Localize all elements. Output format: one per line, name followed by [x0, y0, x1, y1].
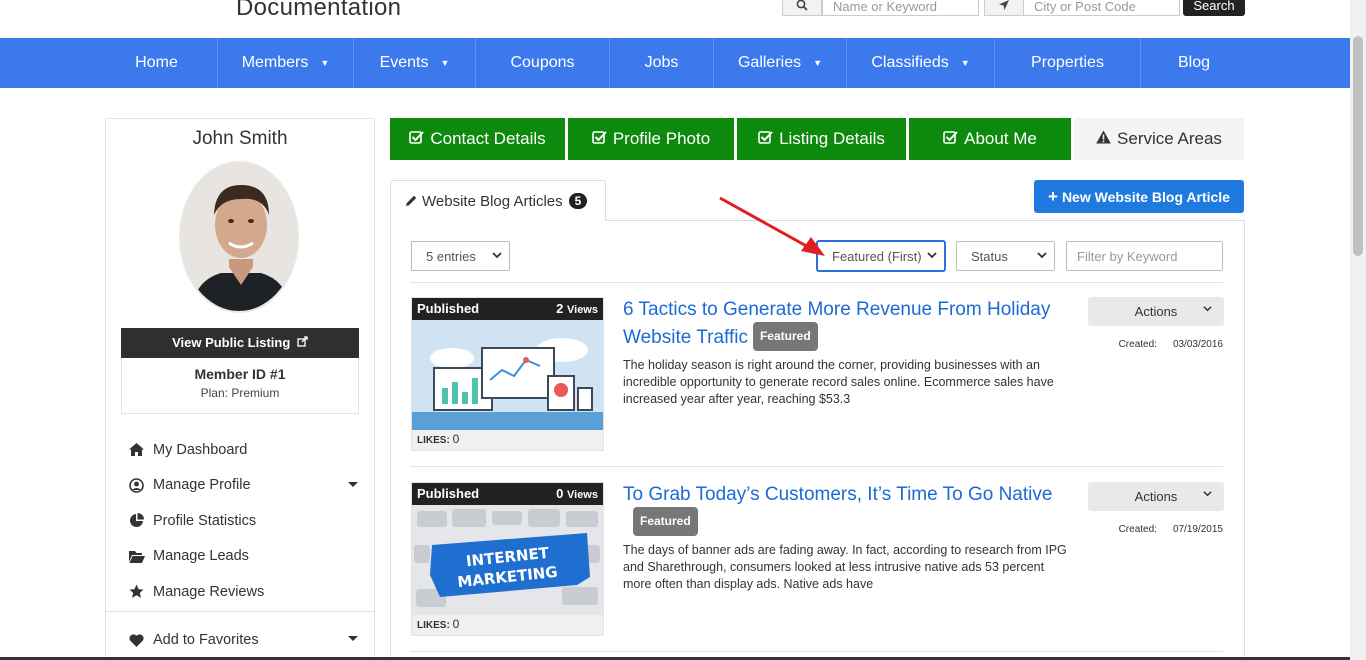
article-description: The holiday season is right around the c…	[623, 358, 1054, 406]
divider	[410, 466, 1223, 467]
caret-down-icon: ▼	[320, 58, 330, 68]
likes-count: LIKES: 0	[417, 432, 460, 446]
nav-blog[interactable]: Blog	[1141, 38, 1247, 88]
chevron-down-icon	[1203, 304, 1212, 316]
article-title[interactable]: 6 Tactics to Generate More Revenue From …	[623, 297, 1068, 351]
nav-coupons[interactable]: Coupons	[476, 38, 610, 88]
search-icon[interactable]	[782, 0, 822, 16]
tab-website-blog-articles[interactable]: Website Blog Articles 5	[390, 180, 606, 221]
divider	[410, 651, 1223, 652]
check-square-icon	[758, 130, 773, 148]
location-arrow-icon[interactable]	[984, 0, 1024, 16]
created-date: Created: 07/19/2015	[1118, 524, 1223, 535]
caret-down-icon: ▼	[960, 58, 970, 68]
page-scrollbar[interactable]	[1350, 0, 1366, 660]
plus-icon: +	[1048, 186, 1058, 206]
member-id: Member ID #1	[194, 366, 286, 382]
created-date: Created: 03/03/2016	[1118, 339, 1223, 350]
external-link-icon	[297, 335, 308, 350]
star-icon	[128, 584, 145, 599]
sidebar-item-profile-statistics[interactable]: Profile Statistics	[128, 503, 358, 539]
scrollbar-thumb[interactable]	[1353, 36, 1363, 256]
chevron-down-icon	[927, 248, 937, 263]
member-info: Member ID #1 Plan: Premium	[121, 358, 359, 414]
avatar[interactable]	[179, 161, 299, 313]
divider	[410, 282, 1223, 283]
keyword-filter-input[interactable]: Filter by Keyword	[1066, 241, 1223, 271]
article-title[interactable]: To Grab Today’s Customers, It’s Time To …	[623, 482, 1068, 536]
entries-select[interactable]: 5 entries	[411, 241, 510, 271]
actions-dropdown[interactable]: Actions	[1088, 297, 1224, 326]
location-search-input[interactable]: City or Post Code	[1023, 0, 1180, 16]
chevron-down-icon	[1203, 489, 1212, 501]
featured-badge: Featured	[633, 507, 698, 536]
sidebar-menu: My Dashboard Manage Profile Profile Stat…	[128, 432, 358, 610]
thumbnail-header: Published 2 Views	[412, 298, 603, 320]
main-nav: Home Members ▼ Events ▼ Coupons Jobs Galle…	[0, 38, 1350, 88]
article-image	[412, 320, 603, 430]
site-logo[interactable]: Documentation	[236, 0, 401, 22]
sidebar-item-manage-leads[interactable]: Manage Leads	[128, 539, 358, 575]
new-blog-article-button[interactable]: + New Website Blog Article	[1034, 180, 1244, 213]
article-thumbnail[interactable]: Published 0 Views INTERNET MARKETING LIK…	[411, 482, 604, 636]
check-square-icon	[943, 130, 958, 148]
nav-galleries[interactable]: Galleries ▼	[714, 38, 847, 88]
site-header: Documentation Name or Keyword City or Po…	[0, 0, 1366, 38]
member-sidebar: John Smith View Public Listing Member ID…	[105, 118, 375, 660]
sidebar-item-dashboard[interactable]: My Dashboard	[128, 432, 358, 468]
caret-down-icon	[348, 481, 358, 487]
article-description: The days of banner ads are fading away. …	[623, 543, 1067, 591]
annotation-arrow-icon	[719, 196, 825, 256]
featured-badge: Featured	[752, 322, 818, 351]
search-button[interactable]: Search	[1183, 0, 1245, 16]
home-icon	[128, 443, 145, 457]
tab-profile-photo[interactable]: Profile Photo	[568, 118, 734, 160]
pie-chart-icon	[128, 513, 145, 528]
sidebar-divider	[106, 611, 374, 612]
likes-count: LIKES: 0	[417, 617, 460, 631]
caret-down-icon: ▼	[813, 58, 823, 68]
article-count-badge: 5	[568, 193, 588, 209]
profile-name: John Smith	[192, 128, 288, 149]
sidebar-item-manage-reviews[interactable]: Manage Reviews	[128, 574, 358, 610]
pencil-icon	[406, 193, 417, 210]
thumbnail-header: Published 0 Views	[412, 483, 603, 505]
nav-home[interactable]: Home	[96, 38, 218, 88]
sidebar-item-manage-profile[interactable]: Manage Profile	[128, 468, 358, 504]
view-public-listing-button[interactable]: View Public Listing	[121, 328, 359, 358]
nav-events[interactable]: Events ▼	[354, 38, 476, 88]
heart-icon	[128, 633, 145, 647]
actions-dropdown[interactable]: Actions	[1088, 482, 1224, 511]
add-to-favorites[interactable]: Add to Favorites	[128, 622, 358, 658]
nav-jobs[interactable]: Jobs	[610, 38, 714, 88]
user-circle-icon	[128, 477, 145, 493]
check-square-icon	[592, 130, 607, 148]
caret-down-icon	[348, 636, 358, 641]
tab-contact-details[interactable]: Contact Details	[390, 118, 565, 160]
folder-open-icon	[128, 550, 145, 563]
member-plan: Plan: Premium	[200, 386, 280, 400]
warning-icon	[1096, 130, 1111, 148]
article-thumbnail[interactable]: Published 2 Views LIKES: 0	[411, 297, 604, 451]
keyword-search-input[interactable]: Name or Keyword	[822, 0, 979, 16]
check-square-icon	[409, 130, 425, 148]
nav-properties[interactable]: Properties	[995, 38, 1141, 88]
status-select[interactable]: Status	[956, 241, 1055, 271]
chevron-down-icon	[1037, 248, 1047, 263]
nav-members[interactable]: Members ▼	[218, 38, 354, 88]
caret-down-icon: ▼	[440, 58, 450, 68]
chevron-down-icon	[492, 248, 502, 263]
tab-about-me[interactable]: About Me	[909, 118, 1071, 160]
nav-classifieds[interactable]: Classifieds ▼	[847, 38, 995, 88]
tab-listing-details[interactable]: Listing Details	[737, 118, 906, 160]
article-image: INTERNET MARKETING	[412, 505, 603, 615]
sort-select[interactable]: Featured (First)	[817, 241, 945, 271]
tab-service-areas[interactable]: Service Areas	[1074, 118, 1244, 160]
